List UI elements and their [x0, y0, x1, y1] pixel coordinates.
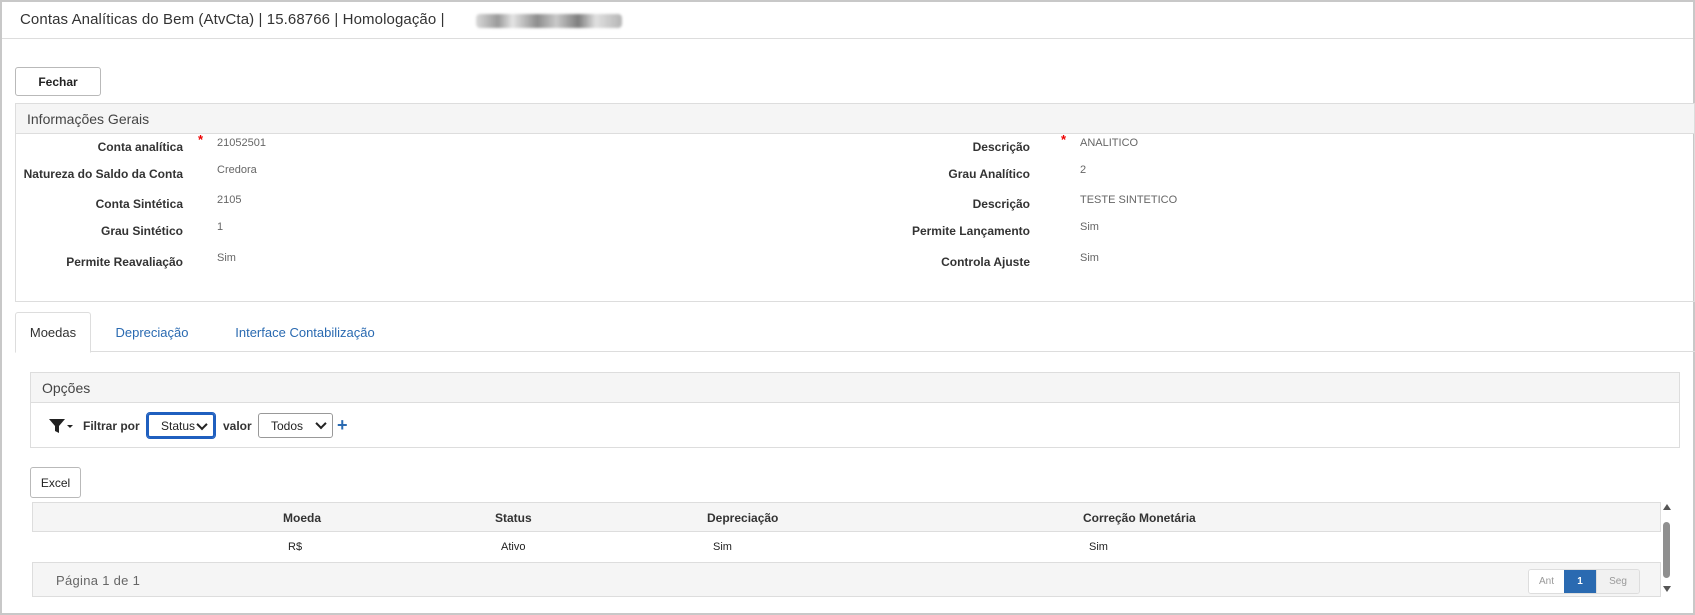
column-header-depreciacao[interactable]: Depreciação	[707, 511, 778, 525]
value-label: valor	[223, 419, 252, 433]
filter-field-select[interactable]: Status	[146, 412, 216, 439]
field-value-descricao-sintetica: TESTE SINTETICO	[1080, 194, 1178, 206]
cell-status: Ativo	[501, 541, 526, 553]
page-1-button[interactable]: 1	[1564, 570, 1596, 593]
field-value-conta-sintetica: 2105	[217, 194, 242, 206]
filter-field-value: Status	[161, 418, 196, 433]
cell-correcao-monetaria: Sim	[1089, 541, 1108, 553]
cell-moeda: R$	[288, 541, 303, 553]
filter-value-value: Todos	[271, 418, 304, 433]
tab-moedas[interactable]: Moedas	[15, 312, 91, 353]
panel-header: Informações Gerais	[16, 104, 1694, 134]
general-info-panel: Informações Gerais Conta analítica * 210…	[15, 103, 1695, 302]
scrollbar-thumb[interactable]	[1663, 522, 1670, 578]
close-button[interactable]: Fechar	[15, 67, 101, 96]
next-page-button[interactable]: Seg	[1596, 570, 1639, 593]
options-panel: Opções Filtrar por Status valor Todos +	[30, 372, 1680, 448]
field-value-permite-lancamento: Sim	[1080, 221, 1099, 233]
field-value-descricao: ANALITICO	[1080, 137, 1139, 149]
field-label-permite-reavaliacao: Permite Reavaliação	[66, 255, 183, 269]
window-title: Contas Analíticas do Bem (AtvCta) | 15.6…	[20, 11, 445, 28]
field-label-permite-lancamento: Permite Lançamento	[911, 224, 1030, 238]
title-bar: Contas Analíticas do Bem (AtvCta) | 15.6…	[2, 2, 1693, 39]
page-info: Página 1 de 1	[56, 573, 141, 588]
field-label-controla-ajuste: Controla Ajuste	[941, 255, 1030, 269]
add-filter-icon[interactable]: +	[337, 415, 348, 436]
cell-depreciacao: Sim	[713, 541, 732, 553]
filter-icon[interactable]	[48, 416, 74, 436]
redacted-text	[476, 14, 622, 28]
filter-label: Filtrar por	[83, 419, 140, 433]
scroll-up-icon[interactable]	[1663, 504, 1671, 510]
field-label-natureza-saldo: Natureza do Saldo da Conta	[23, 167, 183, 181]
panel-header: Opções	[31, 373, 1679, 403]
panel-title: Opções	[42, 380, 91, 396]
field-value-grau-analitico: 2	[1080, 164, 1087, 176]
field-label-conta-analitica: Conta analítica	[97, 140, 183, 154]
field-label-descricao-sintetica: Descrição	[972, 197, 1030, 211]
field-value-permite-reavaliacao: Sim	[217, 252, 236, 264]
table-header: Moeda Status Depreciação Correção Monetá…	[32, 502, 1661, 532]
table-row[interactable]: R$ Ativo Sim Sim	[32, 532, 1661, 562]
column-header-status[interactable]: Status	[495, 511, 532, 525]
filter-value-select[interactable]: Todos	[258, 413, 333, 438]
filter-row: Filtrar por Status valor Todos +	[31, 404, 1679, 449]
field-value-controla-ajuste: Sim	[1080, 252, 1099, 264]
excel-button[interactable]: Excel	[30, 467, 81, 498]
field-value-natureza-saldo: Credora	[217, 164, 257, 176]
pagination-bar: Página 1 de 1 Ant 1 Seg	[32, 562, 1661, 597]
field-label-conta-sintetica: Conta Sintética	[95, 197, 183, 211]
tab-depreciacao[interactable]: Depreciação	[101, 312, 203, 353]
field-label-descricao: Descrição	[972, 140, 1030, 154]
prev-page-button[interactable]: Ant	[1529, 570, 1564, 593]
panel-title: Informações Gerais	[27, 111, 150, 127]
table-scrollbar[interactable]	[1661, 504, 1673, 594]
tab-bar: Moedas Depreciação Interface Contabiliza…	[15, 312, 1695, 353]
field-value-conta-analitica: 21052501	[217, 137, 266, 149]
required-marker: *	[198, 132, 204, 147]
required-marker: *	[1061, 132, 1067, 147]
field-label-grau-analitico: Grau Analítico	[948, 167, 1030, 181]
pager: Ant 1 Seg	[1528, 569, 1640, 594]
scroll-down-icon[interactable]	[1663, 586, 1671, 592]
chevron-down-icon	[196, 418, 208, 431]
currency-table: Moeda Status Depreciação Correção Monetá…	[32, 502, 1661, 599]
field-label-grau-sintetico: Grau Sintético	[100, 224, 183, 238]
tab-interface-contabilizacao[interactable]: Interface Contabilização	[215, 312, 395, 353]
chevron-down-icon	[315, 417, 327, 430]
field-value-grau-sintetico: 1	[217, 221, 224, 233]
column-header-correcao-monetaria[interactable]: Correção Monetária	[1083, 511, 1196, 525]
column-header-moeda[interactable]: Moeda	[283, 511, 321, 525]
